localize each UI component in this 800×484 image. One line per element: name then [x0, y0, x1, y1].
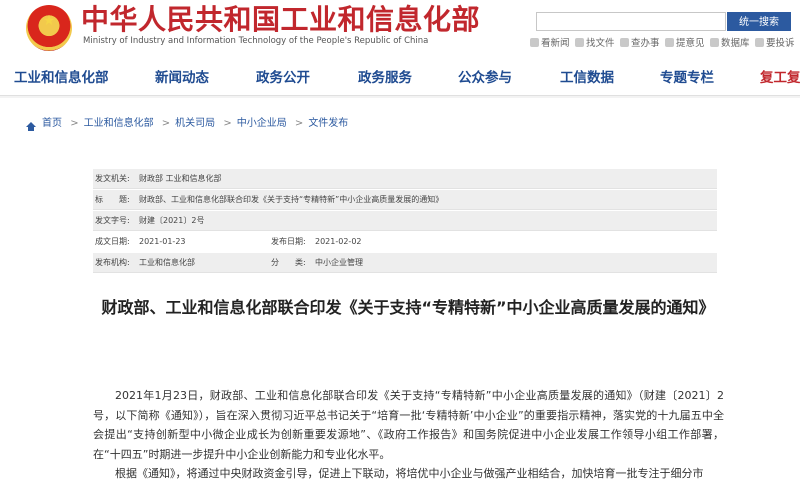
national-emblem-icon[interactable]: ★ [26, 5, 72, 51]
nav-item-ministry[interactable]: 工业和信息化部 [14, 70, 109, 86]
main-nav: 工业和信息化部 新闻动态 政务公开 政务服务 公众参与 工信数据 专题专栏 复工… [0, 60, 800, 96]
meta-label: 发布日期: [271, 237, 306, 246]
meta-label: 标 题: [95, 195, 130, 204]
nav-item-data[interactable]: 工信数据 [560, 70, 614, 86]
meta-row-publisher: 发布机构: 工业和信息化部 分 类: 中小企业管理 [93, 253, 717, 273]
quick-link-database[interactable]: 数据库 [710, 37, 750, 51]
meta-label: 发文字号: [95, 216, 130, 225]
feedback-icon [665, 38, 674, 47]
breadcrumb-separator: > [294, 118, 304, 129]
file-icon [575, 38, 584, 47]
quick-link-complaint[interactable]: 要投诉 [755, 37, 795, 51]
nav-item-news[interactable]: 新闻动态 [155, 70, 209, 86]
breadcrumb-departments[interactable]: 机关司局 [175, 118, 215, 129]
meta-label: 分 类: [271, 258, 306, 267]
nav-item-special-topics[interactable]: 专题专栏 [660, 70, 714, 86]
site-header: ★ 中华人民共和国工业和信息化部 Ministry of Industry an… [0, 0, 800, 58]
news-icon [530, 38, 539, 47]
quick-link-news[interactable]: 看新闻 [530, 37, 570, 51]
article-paragraph: 根据《通知》，将通过中央财政资金引导，促进上下联动，将培优中小企业与做强产业相结… [115, 467, 704, 480]
meta-value-publisher: 工业和信息化部 [139, 258, 195, 267]
meta-value-issuer: 财政部 工业和信息化部 [139, 174, 222, 183]
meta-row-doc-number: 发文字号: 财建〔2021〕2号 [93, 211, 717, 231]
quick-links: 看新闻 找文件 查办事 提意见 数据库 要投诉 [526, 37, 800, 51]
meta-row-issuer: 发文机关: 财政部 工业和信息化部 [93, 169, 717, 189]
meta-label: 成文日期: [95, 237, 130, 246]
breadcrumb-ministry[interactable]: 工业和信息化部 [84, 118, 154, 129]
quick-link-services[interactable]: 查办事 [620, 37, 660, 51]
breadcrumb-sme-bureau[interactable]: 中小企业局 [237, 118, 287, 129]
meta-value-doc-number: 财建〔2021〕2号 [139, 216, 205, 225]
meta-value-created: 2021-01-23 [139, 237, 186, 246]
meta-value-published: 2021-02-02 [315, 237, 362, 246]
meta-row-title: 标 题: 财政部、工业和信息化部联合印发《关于支持“专精特新”中小企业高质量发展… [93, 190, 717, 210]
search-input[interactable] [536, 12, 726, 31]
home-icon[interactable] [26, 121, 36, 131]
nav-item-public-participation[interactable]: 公众参与 [458, 70, 512, 86]
service-icon [620, 38, 629, 47]
breadcrumb-separator: > [161, 118, 171, 129]
breadcrumb-separator: > [70, 118, 79, 129]
site-subtitle: Ministry of Industry and Information Tec… [83, 36, 429, 46]
breadcrumb: 首页 > 工业和信息化部 > 机关司局 > 中小企业局 > 文件发布 [26, 117, 348, 131]
nav-item-government-services[interactable]: 政务服务 [358, 70, 412, 86]
nav-divider [0, 96, 800, 98]
nav-item-resumption[interactable]: 复工复 [760, 70, 800, 86]
search-button[interactable]: 统一搜索 [727, 12, 791, 31]
quick-link-feedback[interactable]: 提意见 [665, 37, 705, 51]
meta-label: 发文机关: [95, 174, 130, 183]
meta-row-dates: 成文日期: 2021-01-23 发布日期: 2021-02-02 [93, 232, 717, 251]
complaint-icon [755, 38, 764, 47]
nav-item-open-government[interactable]: 政务公开 [256, 70, 310, 86]
article-body: 2021年1月23日，财政部、工业和信息化部联合印发《关于支持“专精特新”中小企… [93, 386, 724, 484]
meta-value-title: 财政部、工业和信息化部联合印发《关于支持“专精特新”中小企业高质量发展的通知》 [139, 195, 444, 204]
database-icon [710, 38, 719, 47]
breadcrumb-documents[interactable]: 文件发布 [308, 118, 348, 129]
quick-link-files[interactable]: 找文件 [575, 37, 615, 51]
meta-value-category: 中小企业管理 [315, 258, 363, 267]
article-title: 财政部、工业和信息化部联合印发《关于支持“专精特新”中小企业高质量发展的通知》 [101, 298, 715, 317]
site-title[interactable]: 中华人民共和国工业和信息化部 [81, 3, 480, 37]
article-paragraph: 2021年1月23日，财政部、工业和信息化部联合印发《关于支持“专精特新”中小企… [93, 389, 724, 461]
breadcrumb-home[interactable]: 首页 [42, 118, 62, 129]
meta-label: 发布机构: [95, 258, 130, 267]
breadcrumb-separator: > [223, 118, 232, 129]
